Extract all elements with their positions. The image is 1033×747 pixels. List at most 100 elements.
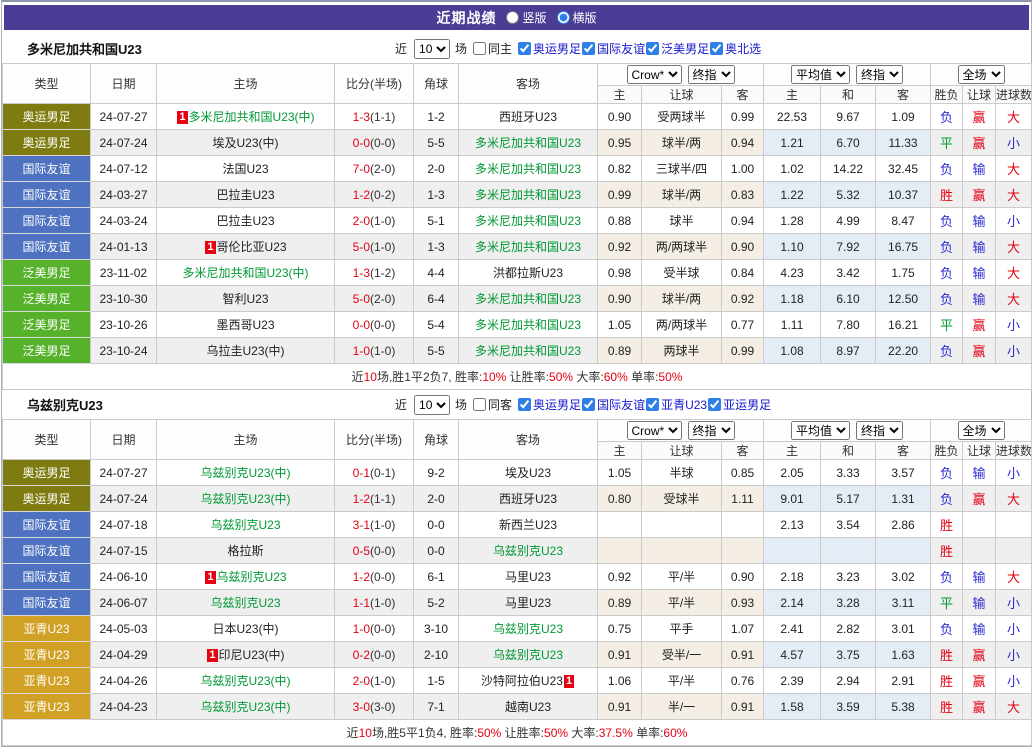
- score-cell: 1-2(1-1): [335, 486, 414, 512]
- away-team-cell: 多米尼加共和国U23: [459, 286, 598, 312]
- team-section: 乌兹别克U23 近 10 场 同客 奥运男足国际友谊亚青U23亚运男足: [2, 390, 1031, 746]
- match-row: 泛美男足23-10-24乌拉圭U23(中)1-0(1-0)5-5多米尼加共和国U…: [3, 338, 1032, 364]
- league-filter-checkbox[interactable]: [582, 42, 595, 55]
- league-filter-checkbox[interactable]: [710, 42, 723, 55]
- halftime-score: (1-1): [370, 110, 395, 124]
- col-avg-away: 客: [876, 442, 931, 460]
- halftime-score: (1-0): [370, 596, 395, 610]
- vertical-radio[interactable]: [506, 11, 519, 24]
- away-team-name: 多米尼加共和国U23: [475, 240, 581, 254]
- avg-stage-select[interactable]: 终指: [856, 65, 903, 84]
- average-select[interactable]: 平均值: [791, 65, 850, 84]
- same-venue-filter[interactable]: 同客: [472, 396, 514, 413]
- match-date: 24-06-07: [91, 590, 157, 616]
- average-select[interactable]: 平均值: [791, 421, 850, 440]
- table-header: 类型 日期 主场 比分(半场) 角球 客场 Crow*终指 平均值终指 全场: [3, 64, 1032, 104]
- halftime-score: (0-0): [370, 544, 395, 558]
- scope-select[interactable]: 全场: [958, 421, 1005, 440]
- avg-away-odds: 3.11: [876, 590, 931, 616]
- layout-option-vertical[interactable]: 竖版: [506, 9, 546, 26]
- match-date: 24-01-13: [91, 234, 157, 260]
- same-venue-filter[interactable]: 同主: [472, 40, 514, 57]
- result-wdl: 负: [931, 286, 963, 312]
- home-team-name: 乌兹别克U23(中): [200, 674, 290, 688]
- handicap-line: 两球半: [642, 338, 722, 364]
- col-away: 客场: [459, 64, 598, 104]
- summary-text: 单率:: [628, 370, 659, 384]
- fulltime-score: 0-0: [353, 318, 370, 332]
- layout-option-horizontal[interactable]: 横版: [557, 9, 597, 26]
- league-filter-checkbox[interactable]: [708, 398, 721, 411]
- avg-home-odds: 1.58: [764, 694, 821, 720]
- scope-select[interactable]: 全场: [958, 65, 1005, 84]
- handicap-away-odds: 0.84: [722, 260, 764, 286]
- handicap-home-odds: 0.95: [598, 130, 642, 156]
- fulltime-score: 1-3: [353, 110, 370, 124]
- league-filter-checkbox[interactable]: [582, 398, 595, 411]
- league-filter-checkbox[interactable]: [518, 42, 531, 55]
- league-filter-label: 亚运男足: [723, 396, 771, 413]
- match-count-select[interactable]: 10: [414, 39, 450, 59]
- handicap-away-odds: [722, 538, 764, 564]
- away-team-cell: 马里U23: [459, 590, 598, 616]
- league-filter-checkbox[interactable]: [646, 42, 659, 55]
- league-filter[interactable]: 国际友谊: [581, 40, 645, 57]
- league-filter-label: 奥运男足: [533, 40, 581, 57]
- horizontal-radio[interactable]: [557, 11, 570, 24]
- avg-away-odds: 5.38: [876, 694, 931, 720]
- bookmaker-select[interactable]: Crow*: [627, 65, 682, 84]
- summary-highlight: 50%: [658, 370, 682, 384]
- col-type: 类型: [3, 420, 91, 460]
- odds-stage-select[interactable]: 终指: [688, 65, 735, 84]
- league-filter[interactable]: 奥运男足: [517, 40, 581, 57]
- league-filter[interactable]: 奥运男足: [517, 396, 581, 413]
- away-team-cell: 多米尼加共和国U23: [459, 234, 598, 260]
- handicap-home-odds: [598, 512, 642, 538]
- home-team-cell: 乌兹别克U23: [157, 512, 335, 538]
- league-filter-checkbox[interactable]: [518, 398, 531, 411]
- same-venue-checkbox[interactable]: [473, 42, 486, 55]
- col-odds-away: 客: [722, 442, 764, 460]
- home-team-cell: 乌兹别克U23(中): [157, 460, 335, 486]
- match-type-badge: 国际友谊: [3, 156, 91, 182]
- away-team-cell: 乌兹别克U23: [459, 538, 598, 564]
- col-avg-home: 主: [764, 442, 821, 460]
- odds-stage-select[interactable]: 终指: [688, 421, 735, 440]
- corner-cell: 0-0: [414, 538, 459, 564]
- avg-draw-odds: 4.99: [821, 208, 876, 234]
- red-card-badge: 1: [205, 571, 215, 584]
- avg-home-odds: [764, 538, 821, 564]
- league-filter[interactable]: 泛美男足: [645, 40, 709, 57]
- away-team-cell: 乌兹别克U23: [459, 642, 598, 668]
- league-filter[interactable]: 亚运男足: [707, 396, 771, 413]
- league-filter[interactable]: 亚青U23: [645, 396, 707, 413]
- score-cell: 1-1(1-0): [335, 590, 414, 616]
- corner-cell: 2-0: [414, 156, 459, 182]
- away-team-cell: 洪都拉斯U23: [459, 260, 598, 286]
- league-filter[interactable]: 奥北选: [709, 40, 761, 57]
- match-row: 奥运男足24-07-271多米尼加共和国U23(中)1-3(1-1)1-2西班牙…: [3, 104, 1032, 130]
- league-filters: 奥运男足国际友谊泛美男足奥北选: [517, 40, 761, 57]
- match-type-badge: 亚青U23: [3, 616, 91, 642]
- bookmaker-select[interactable]: Crow*: [627, 421, 682, 440]
- result-goals: 大: [996, 182, 1032, 208]
- result-handicap: [963, 538, 996, 564]
- handicap-away-odds: 0.99: [722, 338, 764, 364]
- home-team-name: 乌兹别克U23(中): [200, 492, 290, 506]
- match-count-select[interactable]: 10: [414, 395, 450, 415]
- handicap-home-odds: 0.92: [598, 564, 642, 590]
- home-team-name: 哥伦比亚U23: [217, 240, 287, 254]
- match-type-badge: 奥运男足: [3, 104, 91, 130]
- fulltime-score: 7-0: [353, 162, 370, 176]
- avg-stage-select[interactable]: 终指: [856, 421, 903, 440]
- home-team-cell: 乌兹别克U23(中): [157, 668, 335, 694]
- same-venue-checkbox[interactable]: [473, 398, 486, 411]
- league-filter-checkbox[interactable]: [646, 398, 659, 411]
- result-goals: 小: [996, 338, 1032, 364]
- avg-home-odds: 2.39: [764, 668, 821, 694]
- league-filter[interactable]: 国际友谊: [581, 396, 645, 413]
- home-team-name: 格拉斯: [227, 544, 263, 558]
- halftime-score: (1-0): [370, 518, 395, 532]
- match-date: 24-04-29: [91, 642, 157, 668]
- col-result-wdl: 胜负: [931, 86, 963, 104]
